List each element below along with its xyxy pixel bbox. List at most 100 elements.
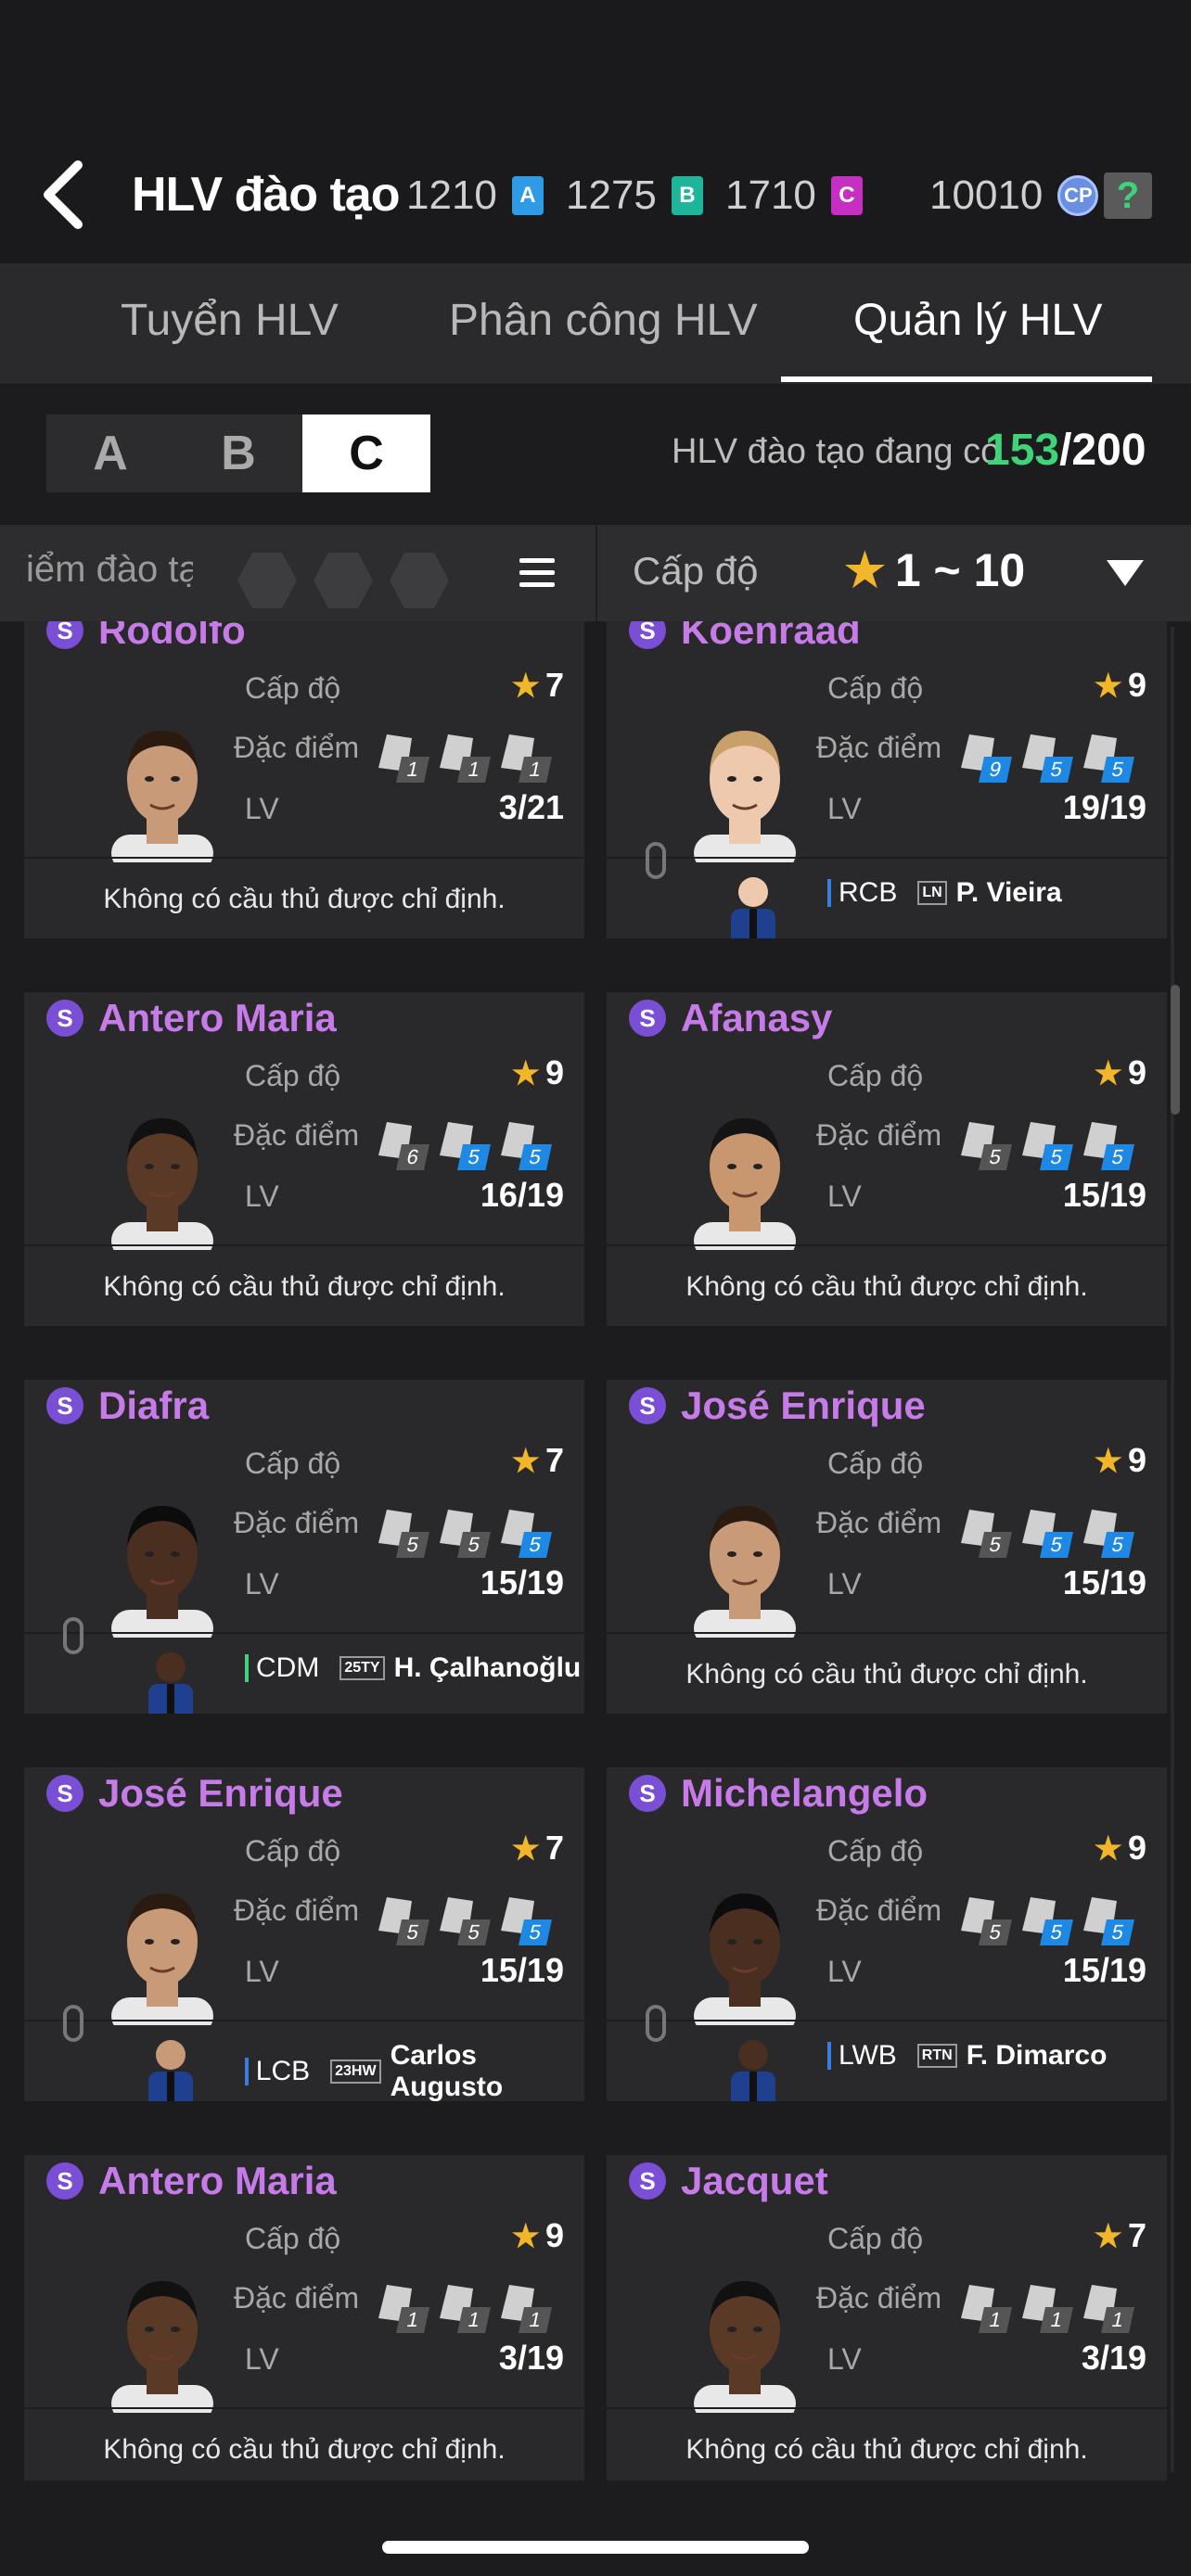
coach-name: S Koenraad bbox=[629, 621, 877, 653]
sort-menu-icon[interactable] bbox=[519, 558, 555, 588]
coach-count-max: /200 bbox=[1059, 426, 1146, 475]
trait-icon[interactable]: 5 bbox=[497, 1510, 555, 1562]
coach-lv-value: 3/21 bbox=[498, 788, 564, 826]
s-grade-badge-icon: S bbox=[629, 1000, 666, 1037]
tab-manage-coach[interactable]: Quản lý HLV bbox=[853, 295, 1103, 346]
lv-label: LV bbox=[245, 1567, 279, 1600]
coach-level: ★ 9 bbox=[1094, 1053, 1146, 1091]
trait-icon[interactable]: 1 bbox=[375, 734, 432, 786]
hex-slot-icon[interactable] bbox=[390, 552, 449, 609]
coach-portrait bbox=[111, 1506, 213, 1638]
dropdown-arrow-icon[interactable] bbox=[1107, 560, 1144, 586]
star-icon: ★ bbox=[511, 1831, 540, 1867]
card-divider bbox=[607, 2407, 1167, 2409]
assigned-position: CDM bbox=[256, 1652, 320, 1683]
star-icon: ★ bbox=[1094, 669, 1122, 704]
s-grade-badge-icon: S bbox=[629, 621, 666, 649]
no-player-assigned-text: Không có cầu thủ được chỉ định. bbox=[103, 1271, 506, 1302]
assigned-player[interactable]: CDM 25TY H. Çalhanoğlu bbox=[245, 1652, 581, 1684]
training-points-filter[interactable] bbox=[237, 551, 449, 610]
trait-icon[interactable]: 1 bbox=[1080, 2285, 1137, 2337]
scrollbar[interactable] bbox=[1171, 985, 1180, 1115]
help-button[interactable]: ? bbox=[1104, 172, 1152, 219]
back-arrow-icon[interactable] bbox=[37, 158, 93, 232]
trait-list: 111 bbox=[957, 2285, 1137, 2337]
trait-icon[interactable]: 5 bbox=[375, 1510, 432, 1562]
trait-icon[interactable]: 5 bbox=[1080, 1122, 1137, 1174]
home-indicator[interactable] bbox=[382, 2541, 809, 2554]
trait-icon[interactable]: 9 bbox=[957, 734, 1015, 786]
trait-icon[interactable]: 5 bbox=[957, 1510, 1015, 1562]
grade-b-button[interactable]: B bbox=[174, 414, 302, 492]
assigned-player[interactable]: LWB RTN F. Dimarco bbox=[827, 2040, 1107, 2072]
star-icon: ★ bbox=[844, 544, 886, 596]
assigned-player[interactable]: RCB LN P. Vieira bbox=[827, 877, 1062, 909]
assigned-player-name: F. Dimarco bbox=[966, 2040, 1108, 2071]
coach-card[interactable]: S José Enrique Cấp độ ★ 7 Đặc điểm 5 5 5 LV 15/19… bbox=[24, 1767, 584, 2101]
coach-name: S Afanasy bbox=[629, 996, 849, 1040]
season-badge-icon: LN bbox=[917, 881, 947, 905]
coach-card[interactable]: S Antero Maria Cấp độ ★ 9 Đặc điểm 1 1 1 LV 3/19 K… bbox=[24, 2155, 584, 2480]
lv-label: LV bbox=[245, 1180, 279, 1213]
traits-label: Đặc điểm bbox=[234, 1118, 360, 1152]
tab-recruit-coach[interactable]: Tuyển HLV bbox=[121, 295, 339, 346]
trait-icon[interactable]: 1 bbox=[436, 2285, 493, 2337]
coach-card[interactable]: S Jacquet Cấp độ ★ 7 Đặc điểm 1 1 1 LV 3/19 Không … bbox=[607, 2155, 1167, 2480]
trait-icon[interactable]: 6 bbox=[375, 1122, 432, 1174]
trait-icon[interactable]: 5 bbox=[375, 1897, 432, 1949]
lv-label: LV bbox=[245, 792, 279, 825]
grade-a-button[interactable]: A bbox=[46, 414, 174, 492]
coach-list[interactable]: S Rodolfo Cấp độ ★ 7 Đặc điểm 1 1 1 LV 3/21 Không … bbox=[0, 621, 1191, 2480]
trait-icon[interactable]: 1 bbox=[436, 734, 493, 786]
trait-icon[interactable]: 1 bbox=[375, 2285, 432, 2337]
trait-icon[interactable]: 5 bbox=[497, 1122, 555, 1174]
no-player-assigned-text: Không có cầu thủ được chỉ định. bbox=[103, 884, 506, 914]
trait-icon[interactable]: 5 bbox=[497, 1897, 555, 1949]
trait-icon[interactable]: 5 bbox=[436, 1897, 493, 1949]
tab-assign-coach[interactable]: Phân công HLV bbox=[449, 295, 758, 346]
trait-list: 955 bbox=[957, 734, 1137, 786]
hex-slot-icon[interactable] bbox=[237, 552, 297, 609]
trait-icon[interactable]: 1 bbox=[1018, 2285, 1076, 2337]
coach-portrait bbox=[694, 1118, 796, 1250]
traits-label: Đặc điểm bbox=[816, 1506, 942, 1539]
hex-slot-icon[interactable] bbox=[314, 552, 373, 609]
coach-lv-value: 19/19 bbox=[1062, 788, 1146, 826]
coach-card[interactable]: S Rodolfo Cấp độ ★ 7 Đặc điểm 1 1 1 LV 3/21 Không … bbox=[24, 621, 584, 938]
coach-card[interactable]: S Antero Maria Cấp độ ★ 9 Đặc điểm 6 5 5 LV 16/19… bbox=[24, 992, 584, 1326]
coach-portrait bbox=[111, 731, 213, 862]
coach-count-label: HLV đào tạo đang có bbox=[672, 432, 1001, 471]
trait-icon[interactable]: 5 bbox=[1018, 1510, 1076, 1562]
coach-card[interactable]: S Diafra Cấp độ ★ 7 Đặc điểm 5 5 5 LV 15/19 CDM 2… bbox=[24, 1380, 584, 1714]
trait-icon[interactable]: 5 bbox=[1080, 734, 1137, 786]
trait-icon[interactable]: 5 bbox=[957, 1897, 1015, 1949]
coach-card[interactable]: S Koenraad Cấp độ ★ 9 Đặc điểm 9 5 5 LV 19/19 RCB… bbox=[607, 621, 1167, 938]
trait-icon[interactable]: 5 bbox=[436, 1122, 493, 1174]
coach-card[interactable]: S Afanasy Cấp độ ★ 9 Đặc điểm 5 5 5 LV 15/19 Không… bbox=[607, 992, 1167, 1326]
trait-icon[interactable]: 1 bbox=[497, 2285, 555, 2337]
trait-icon[interactable]: 5 bbox=[1018, 734, 1076, 786]
coach-lv-value: 15/19 bbox=[1062, 1951, 1146, 1989]
trait-icon[interactable]: 5 bbox=[957, 1122, 1015, 1174]
assigned-position: LCB bbox=[255, 2056, 311, 2086]
trait-icon[interactable]: 5 bbox=[436, 1510, 493, 1562]
trait-icon[interactable]: 5 bbox=[1018, 1897, 1076, 1949]
s-grade-badge-icon: S bbox=[46, 621, 83, 649]
no-player-assigned-text: Không có cầu thủ được chỉ định. bbox=[685, 2434, 1088, 2465]
grade-c-button[interactable]: C bbox=[302, 414, 430, 492]
assigned-player[interactable]: LCB 23HW Carlos Augusto bbox=[245, 2040, 584, 2101]
level-label: Cấp độ bbox=[245, 1447, 341, 1480]
coach-name: S Diafra bbox=[46, 1384, 225, 1428]
coach-level: ★ 7 bbox=[511, 666, 564, 704]
trait-icon[interactable]: 5 bbox=[1018, 1122, 1076, 1174]
active-tab-indicator bbox=[781, 376, 1152, 382]
assigned-player-name: P. Vieira bbox=[955, 877, 1062, 908]
coach-card[interactable]: S José Enrique Cấp độ ★ 9 Đặc điểm 5 5 5 LV 15/19… bbox=[607, 1380, 1167, 1714]
level-filter-dropdown[interactable]: ★ 1 ~ 10 bbox=[844, 543, 1025, 597]
trait-icon[interactable]: 5 bbox=[1080, 1897, 1137, 1949]
trait-icon[interactable]: 1 bbox=[957, 2285, 1015, 2337]
trait-icon[interactable]: 5 bbox=[1080, 1510, 1137, 1562]
trait-icon[interactable]: 1 bbox=[497, 734, 555, 786]
coach-portrait bbox=[111, 1118, 213, 1250]
coach-card[interactable]: S Michelangelo Cấp độ ★ 9 Đặc điểm 5 5 5 LV 15/19… bbox=[607, 1767, 1167, 2101]
